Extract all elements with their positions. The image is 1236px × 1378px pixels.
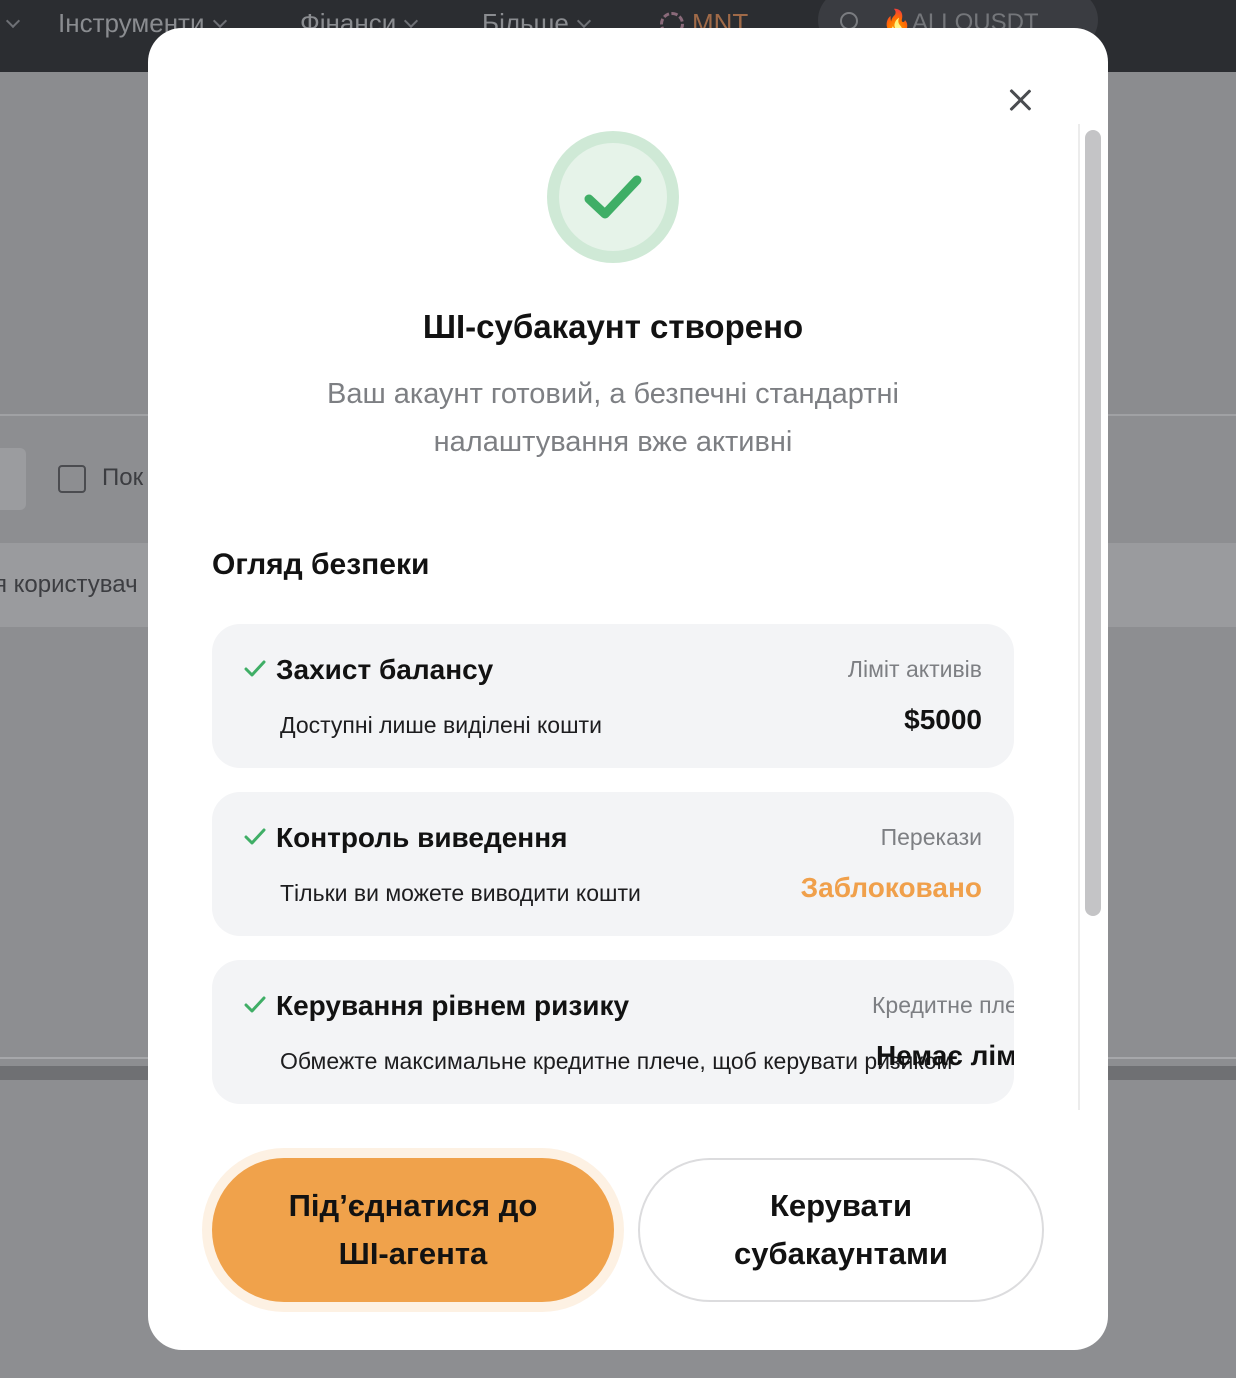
card-description: Обмежте максимальне кредитне плече, щоб … [280,1048,953,1074]
card-label: Кредитне плече [872,992,1014,1018]
card-label: Ліміт активів [847,656,982,682]
security-card-risk: Керування рівнем ризику Обмежте максимал… [212,960,1014,1104]
modal-subtitle: Ваш акаунт готовий, а безпечні стандартн… [327,378,899,458]
modal-title: ШІ-субакаунт створено [422,308,804,345]
check-circle-icon [559,143,667,251]
success-modal: ШІ-субакаунт створено Ваш акаунт готовий… [148,28,1108,1350]
button-label: Під’єднатися до ШІ-агента [288,1188,538,1271]
section-title: Огляд безпеки [212,548,430,581]
modal-scroll-content[interactable]: ШІ-субакаунт створено Ваш акаунт готовий… [148,124,1078,1110]
chevron-down-icon [404,13,419,29]
card-description: Доступні лише виділені кошти [280,712,602,738]
card-title: Захист балансу [276,654,494,685]
check-icon [244,660,266,677]
manage-subaccounts-button[interactable]: Керувати субакаунтами [638,1158,1044,1302]
check-icon [244,996,266,1013]
chevron-down-icon [212,13,227,29]
scrollbar-thumb[interactable] [1085,130,1101,916]
background-input[interactable] [0,448,26,510]
table-header-cell: я користувач [0,571,138,598]
card-value-status: Заблоковано [800,872,982,903]
check-icon [244,828,266,845]
card-description: Тільки ви можете виводити кошти [280,880,641,906]
connect-ai-agent-button[interactable]: Під’єднатися до ШІ-агента [212,1158,614,1302]
nav-chevron-fragment[interactable] [0,8,21,39]
chevron-down-icon [576,13,591,29]
card-title: Контроль виведення [276,822,568,853]
background-checkbox-label: Пок [102,464,144,491]
background-checkbox[interactable] [58,465,86,493]
security-card-balance: Захист балансу Доступні лише виділені ко… [212,624,1014,768]
chevron-down-icon [5,13,21,29]
scrollbar-track [1078,124,1080,1110]
close-icon[interactable] [1004,84,1036,116]
card-value: Немає ліміту [876,1040,1014,1071]
button-label: Керувати субакаунтами [733,1188,948,1271]
card-title: Керування рівнем ризику [276,990,630,1021]
success-badge [547,131,679,263]
card-value: $5000 [904,704,982,735]
card-label: Перекази [880,824,982,850]
security-card-withdrawal: Контроль виведення Тільки ви можете виво… [212,792,1014,936]
